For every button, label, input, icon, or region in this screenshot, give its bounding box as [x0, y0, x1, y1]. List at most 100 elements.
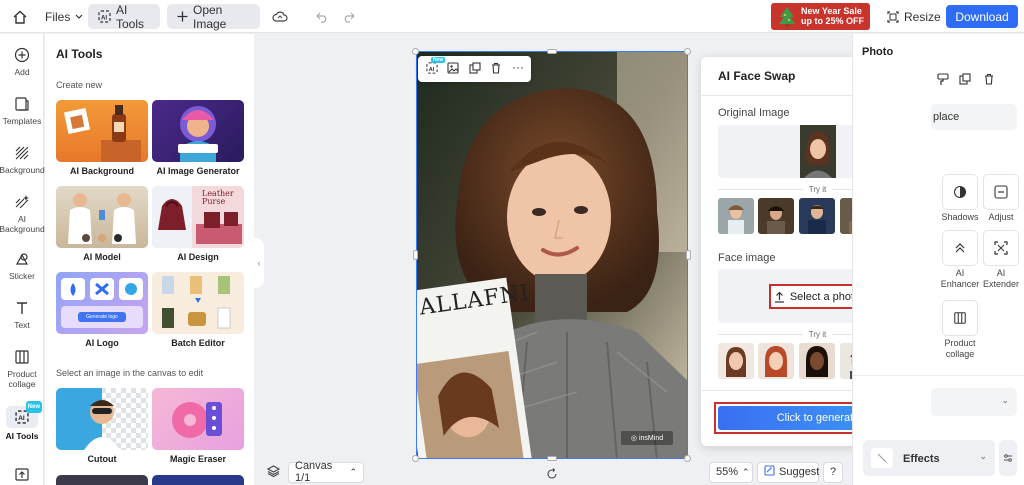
- sample-original-2[interactable]: [758, 198, 794, 234]
- effects-icon: [871, 448, 893, 468]
- ai-design-thumbnail: Leather Purse: [152, 186, 244, 248]
- promo-banner[interactable]: New Year Sale up to 25% OFF: [771, 3, 870, 30]
- ai-edit-icon[interactable]: AI: [426, 62, 438, 77]
- select-photo-label: Select a photo: [789, 290, 861, 303]
- ai-tools-button[interactable]: AI AI Tools: [88, 2, 160, 31]
- effects-settings-button[interactable]: [999, 440, 1017, 476]
- rail-item-sticker[interactable]: Sticker: [0, 250, 44, 281]
- download-button[interactable]: Download: [946, 5, 1018, 28]
- redo-button[interactable]: [342, 4, 355, 29]
- sample-original-3[interactable]: [799, 198, 835, 234]
- rail-item-templates[interactable]: Templates: [0, 95, 44, 126]
- collapse-panel-button[interactable]: ‹: [254, 238, 264, 288]
- canvas-label: Canvas 1/1: [295, 460, 333, 484]
- open-image-button[interactable]: Open Image: [167, 3, 260, 31]
- adjust-tile[interactable]: [983, 174, 1019, 210]
- ai-tools-icon: AI: [98, 10, 111, 23]
- resize-handle-top[interactable]: [547, 49, 557, 54]
- resize-icon: [887, 10, 899, 23]
- effects-section[interactable]: Effects ⌄: [863, 440, 995, 476]
- product-collage-label: Product collage: [944, 338, 976, 359]
- shadows-tile[interactable]: [942, 174, 978, 210]
- card-label: AI Design: [177, 252, 219, 262]
- resize-handle-bottom-left[interactable]: [412, 455, 419, 462]
- ai-background-card[interactable]: AI Background: [56, 100, 148, 182]
- rail-item-ai-background[interactable]: AI Background: [0, 193, 45, 234]
- duplicate-icon[interactable]: [469, 62, 481, 77]
- resize-button[interactable]: Resize: [887, 4, 941, 29]
- resize-handle-top-left[interactable]: [412, 48, 419, 55]
- select-photo-button[interactable]: Select a photo: [769, 284, 865, 309]
- resize-handle-top-right[interactable]: [684, 48, 691, 55]
- suggest-label: Suggest: [779, 466, 820, 478]
- files-menu[interactable]: Files: [35, 4, 93, 29]
- ai-extender-icon: [994, 241, 1008, 255]
- resize-handle-bottom-right[interactable]: [684, 455, 691, 462]
- card-label: AI Logo: [85, 338, 119, 348]
- ai-extender-label: AI Extender: [982, 268, 1020, 289]
- suggest-icon: [764, 465, 775, 479]
- batch-editor-thumbnail: [152, 272, 244, 334]
- watermark-logo-icon: ◎: [630, 435, 637, 442]
- ai-image-generator-card[interactable]: AI Image Generator: [152, 100, 244, 182]
- watermark-text: insMind: [638, 434, 664, 442]
- resize-handle-left[interactable]: [413, 250, 418, 260]
- resize-label: Resize: [904, 9, 941, 24]
- create-new-label: Create new: [56, 80, 103, 90]
- canvas-page-selector[interactable]: Canvas 1/1 ⌃: [288, 460, 364, 484]
- next-card-peek: [56, 475, 148, 485]
- properties-panel: Photo place Shadows Adjust AI Enhancer A…: [852, 34, 1024, 485]
- ai-design-card[interactable]: Leather Purse AI Design: [152, 186, 244, 268]
- panel-title: Photo: [862, 46, 894, 58]
- resize-handle-right[interactable]: [686, 250, 691, 260]
- sample-face-1[interactable]: [718, 343, 754, 379]
- cutout-card[interactable]: Cutout: [56, 388, 148, 470]
- rail-item-background[interactable]: Background: [0, 144, 45, 175]
- home-button[interactable]: [12, 4, 28, 29]
- rail-item-upload[interactable]: [0, 465, 44, 485]
- ai-enhancer-label: AI Enhancer: [940, 268, 980, 289]
- plus-circle-icon: [14, 46, 30, 64]
- duplicate-icon[interactable]: [959, 73, 971, 88]
- ai-extender-tile[interactable]: [983, 230, 1019, 266]
- canvas-photo[interactable]: ALLAFNI: [416, 51, 688, 459]
- layers-button[interactable]: [262, 462, 284, 483]
- trash-icon[interactable]: [490, 62, 502, 77]
- magic-eraser-card[interactable]: Magic Eraser: [152, 388, 244, 470]
- zoom-selector[interactable]: 55% ⌃: [709, 461, 753, 483]
- suggest-button[interactable]: Suggest: [757, 461, 820, 483]
- help-button[interactable]: ?: [823, 461, 843, 483]
- new-badge: New: [25, 401, 42, 413]
- rotate-icon[interactable]: [546, 468, 558, 480]
- more-icon[interactable]: ···: [512, 60, 524, 74]
- chevron-up-icon: ⌃: [349, 466, 357, 477]
- rail-item-ai-tools[interactable]: AI New AI Tools: [0, 401, 44, 441]
- rail-item-text[interactable]: Text: [0, 299, 44, 330]
- ai-logo-card[interactable]: Generate logo AI Logo: [56, 272, 148, 354]
- ai-model-card[interactable]: AI Model: [56, 186, 148, 268]
- sliders-icon: [1004, 454, 1012, 462]
- sample-face-3[interactable]: [799, 343, 835, 379]
- layers-icon: [266, 464, 280, 480]
- paint-format-icon[interactable]: [937, 73, 949, 89]
- sample-face-2[interactable]: [758, 343, 794, 379]
- image-icon[interactable]: [447, 62, 459, 77]
- ai-enhancer-tile[interactable]: [942, 230, 978, 266]
- rail-item-add[interactable]: Add: [0, 46, 44, 77]
- divider: [853, 375, 1024, 376]
- svg-text:AI: AI: [429, 67, 435, 73]
- watermark: ◎ insMind: [621, 431, 673, 445]
- sample-original-1[interactable]: [718, 198, 754, 234]
- cloud-sync-button[interactable]: [272, 4, 288, 29]
- undo-button[interactable]: [316, 4, 329, 29]
- batch-editor-card[interactable]: Batch Editor: [152, 272, 244, 354]
- replace-button[interactable]: place: [931, 104, 1017, 130]
- product-collage-tile[interactable]: [942, 300, 978, 336]
- resize-handle-bottom[interactable]: [547, 456, 557, 461]
- chevron-down-icon: ⌄: [979, 451, 987, 461]
- trash-icon[interactable]: [983, 73, 995, 88]
- collapsed-section[interactable]: ⌄: [931, 388, 1017, 416]
- ai-tools-label: AI Tools: [116, 2, 145, 31]
- rail-item-product-collage[interactable]: Product collage: [0, 348, 44, 389]
- top-bar: Files AI AI Tools Open Image New Year Sa…: [0, 0, 1024, 33]
